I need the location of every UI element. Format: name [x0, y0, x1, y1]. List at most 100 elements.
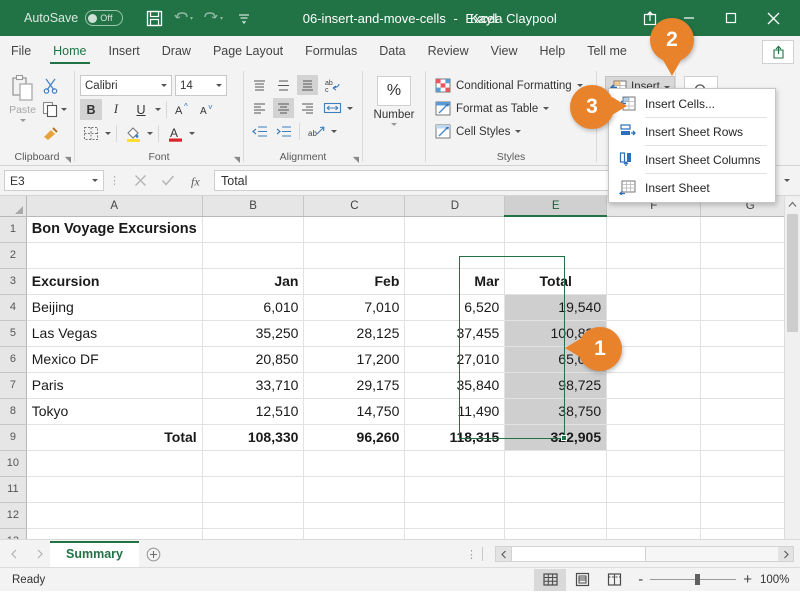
cell-B1[interactable] — [202, 216, 304, 242]
vertical-scrollbar[interactable] — [784, 196, 800, 539]
merge-chevron-down-icon[interactable] — [347, 107, 353, 110]
page-break-view-icon[interactable] — [598, 569, 630, 591]
grow-font-button[interactable]: A^ — [172, 99, 194, 120]
row-header-6[interactable]: 6 — [0, 346, 26, 372]
cell-A2[interactable] — [26, 242, 202, 268]
cell-D9[interactable]: 118,315 — [405, 424, 505, 450]
percent-style-icon[interactable]: % — [377, 76, 411, 106]
zoom-percentage[interactable]: 100% — [760, 574, 800, 586]
cell-A13[interactable] — [26, 528, 202, 539]
row-header-11[interactable]: 11 — [0, 476, 26, 502]
tab-file[interactable]: File — [0, 39, 42, 66]
font-name-combo[interactable]: Calibri — [80, 75, 172, 96]
cell-D11[interactable] — [405, 476, 505, 502]
fill-color-button[interactable] — [122, 123, 144, 144]
column-header-a[interactable]: A — [26, 196, 202, 216]
name-box-chevron-down-icon[interactable] — [92, 179, 98, 182]
increase-indent-button[interactable] — [273, 121, 294, 141]
cell-E3[interactable]: Total — [505, 268, 607, 294]
cell-D7[interactable]: 35,840 — [405, 372, 505, 398]
menu-item-insert-sheet-rows[interactable]: Insert Sheet Rows — [609, 119, 775, 144]
column-header-e[interactable]: E — [505, 196, 607, 216]
cell-C2[interactable] — [304, 242, 405, 268]
sheet-tab-summary[interactable]: Summary — [50, 541, 139, 567]
previous-sheet-icon[interactable] — [10, 548, 19, 562]
cell-F4[interactable] — [607, 294, 701, 320]
row-header-8[interactable]: 8 — [0, 398, 26, 424]
tab-insert[interactable]: Insert — [98, 39, 151, 66]
cell-C5[interactable]: 28,125 — [304, 320, 405, 346]
cell-F11[interactable] — [607, 476, 701, 502]
add-sheet-button[interactable] — [139, 547, 169, 567]
column-header-b[interactable]: B — [202, 196, 304, 216]
cell-E10[interactable] — [505, 450, 607, 476]
shrink-font-button[interactable]: A˅ — [197, 99, 219, 120]
cell-D2[interactable] — [405, 242, 505, 268]
redo-icon[interactable] — [201, 6, 227, 30]
merge-and-center-button[interactable] — [321, 98, 344, 118]
align-bottom-button[interactable] — [297, 75, 318, 95]
expand-formula-bar-icon[interactable] — [778, 170, 796, 191]
next-sheet-icon[interactable] — [35, 548, 44, 562]
scroll-left-icon[interactable] — [496, 547, 511, 561]
align-center-button[interactable] — [273, 98, 294, 118]
cell-C4[interactable]: 7,010 — [304, 294, 405, 320]
underline-button[interactable]: U — [130, 99, 152, 120]
fill-color-chevron-down-icon[interactable] — [147, 132, 153, 135]
cell-A12[interactable] — [26, 502, 202, 528]
borders-chevron-down-icon[interactable] — [105, 132, 111, 135]
row-header-4[interactable]: 4 — [0, 294, 26, 320]
orientation-button[interactable]: ab — [305, 121, 328, 141]
normal-view-icon[interactable] — [534, 569, 566, 591]
cell-D4[interactable]: 6,520 — [405, 294, 505, 320]
cell-F12[interactable] — [607, 502, 701, 528]
tab-review[interactable]: Review — [417, 39, 480, 66]
alignment-dialog-launcher-icon[interactable]: ◥ — [353, 155, 359, 164]
autosave-toggle[interactable]: AutoSave Off — [24, 10, 123, 26]
format-as-table-chevron-down-icon[interactable] — [543, 107, 549, 110]
customize-quick-access-icon[interactable] — [231, 6, 257, 30]
cell-C1[interactable] — [304, 216, 405, 242]
font-size-chevron-down-icon[interactable] — [216, 84, 222, 87]
cell-F9[interactable] — [607, 424, 701, 450]
cell-E4[interactable]: 19,540 — [505, 294, 607, 320]
cell-F13[interactable] — [607, 528, 701, 539]
row-header-9[interactable]: 9 — [0, 424, 26, 450]
row-header-5[interactable]: 5 — [0, 320, 26, 346]
horizontal-scrollbar[interactable] — [495, 546, 794, 562]
cell-B10[interactable] — [202, 450, 304, 476]
cell-A7[interactable]: Paris — [26, 372, 202, 398]
cell-A6[interactable]: Mexico DF — [26, 346, 202, 372]
cell-B6[interactable]: 20,850 — [202, 346, 304, 372]
cell-E8[interactable]: 38,750 — [505, 398, 607, 424]
cut-button[interactable] — [40, 75, 69, 96]
selection-fill-handle[interactable] — [561, 435, 567, 441]
row-header-13[interactable]: 13 — [0, 528, 26, 539]
horizontal-scroll-thumb[interactable] — [511, 547, 646, 561]
cell-A3[interactable]: Excursion — [26, 268, 202, 294]
font-dialog-launcher-icon[interactable]: ◥ — [234, 155, 240, 164]
font-color-button[interactable]: A — [164, 123, 186, 144]
cell-B9[interactable]: 108,330 — [202, 424, 304, 450]
tab-draw[interactable]: Draw — [151, 39, 202, 66]
number-format-button[interactable]: % Number — [368, 71, 420, 126]
cell-F1[interactable] — [607, 216, 701, 242]
column-header-c[interactable]: C — [304, 196, 405, 216]
zoom-out-button[interactable]: - — [638, 571, 643, 588]
cell-styles-chevron-down-icon[interactable] — [515, 130, 521, 133]
tab-home[interactable]: Home — [42, 39, 97, 66]
cell-E7[interactable]: 98,725 — [505, 372, 607, 398]
cell-D1[interactable] — [405, 216, 505, 242]
cell-D6[interactable]: 27,010 — [405, 346, 505, 372]
cell-C12[interactable] — [304, 502, 405, 528]
cell-A8[interactable]: Tokyo — [26, 398, 202, 424]
cell-E2[interactable] — [505, 242, 607, 268]
cell-C9[interactable]: 96,260 — [304, 424, 405, 450]
row-header-3[interactable]: 3 — [0, 268, 26, 294]
cell-D8[interactable]: 11,490 — [405, 398, 505, 424]
borders-button[interactable] — [80, 123, 102, 144]
cell-C3[interactable]: Feb — [304, 268, 405, 294]
insert-dropdown-menu[interactable]: Insert Cells... Insert Sheet Rows Insert… — [608, 88, 776, 203]
select-all-corner[interactable] — [0, 196, 26, 216]
scroll-up-icon[interactable] — [785, 196, 800, 213]
